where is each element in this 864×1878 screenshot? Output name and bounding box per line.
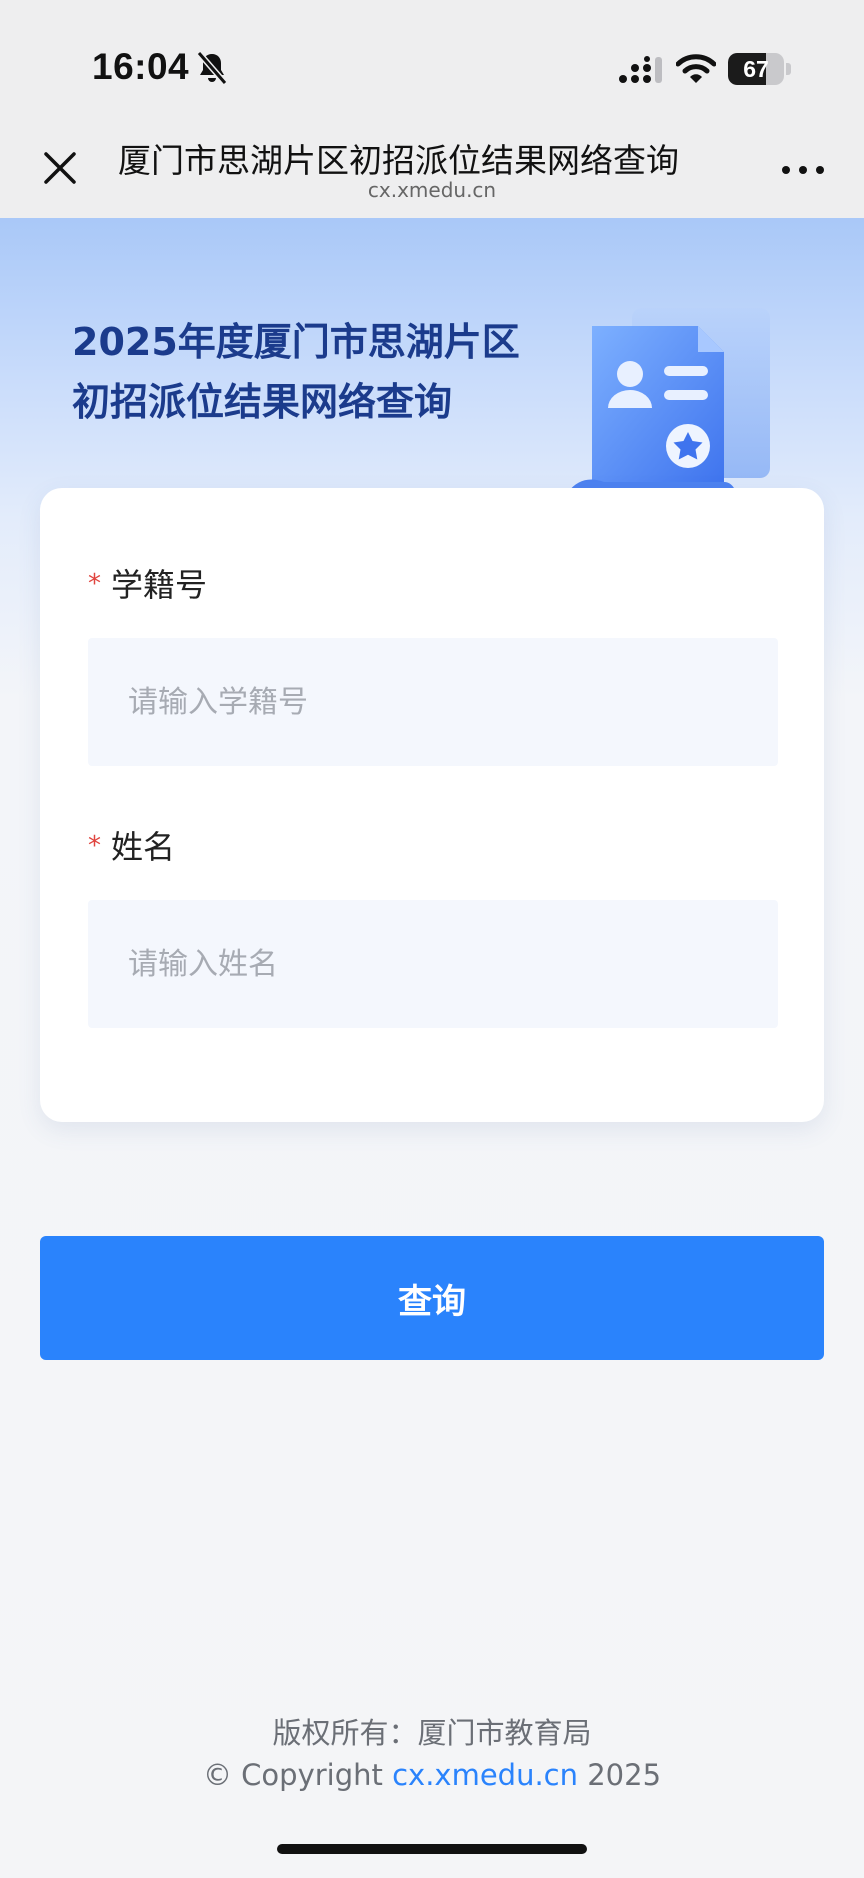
copyright-year: 2025 xyxy=(578,1758,662,1792)
student-id-input[interactable] xyxy=(88,638,778,766)
page-content: 2025年度厦门市思湖片区 初招派位结果网络查询 * 学籍号 * 姓名 xyxy=(0,218,864,1878)
battery-cap xyxy=(786,63,791,75)
query-button[interactable]: 查询 xyxy=(40,1236,824,1360)
copyright-owner: 版权所有：厦门市教育局 xyxy=(272,1716,592,1750)
student-id-label-text: 学籍号 xyxy=(111,566,208,604)
wifi-icon xyxy=(676,54,716,83)
required-asterisk: * xyxy=(88,831,101,861)
battery-icon: 67 xyxy=(728,53,784,85)
name-input[interactable] xyxy=(88,900,778,1028)
browser-nav-bar: 厦门市思湖片区初招派位结果网络查询 cx.xmedu.cn xyxy=(0,118,864,218)
status-bar: 16:04 67 xyxy=(0,0,864,118)
bell-slash-icon xyxy=(196,51,228,85)
more-icon[interactable] xyxy=(780,162,826,178)
hero-title: 2025年度厦门市思湖片区 初招派位结果网络查询 xyxy=(72,312,592,432)
status-time: 16:04 xyxy=(92,46,190,87)
copyright-prefix: © Copyright xyxy=(202,1758,393,1792)
name-label: * 姓名 xyxy=(88,822,175,868)
home-indicator[interactable] xyxy=(277,1844,587,1854)
student-id-label: * 学籍号 xyxy=(88,560,207,606)
page-title: 厦门市思湖片区初招派位结果网络查询 xyxy=(118,141,679,178)
required-asterisk: * xyxy=(88,569,101,599)
cellular-signal-icon xyxy=(619,56,662,83)
hero-title-line1: 2025年度厦门市思湖片区 xyxy=(72,320,520,364)
hero-title-line2: 初招派位结果网络查询 xyxy=(72,380,453,424)
query-form-card: * 学籍号 * 姓名 xyxy=(40,488,824,1122)
page-url: cx.xmedu.cn xyxy=(367,178,497,202)
name-label-text: 姓名 xyxy=(111,828,176,866)
footer: 版权所有：厦门市教育局 © Copyright cx.xmedu.cn 2025 xyxy=(0,1712,864,1796)
battery-percentage: 67 xyxy=(743,56,769,82)
copyright-link[interactable]: cx.xmedu.cn xyxy=(392,1758,578,1792)
copyright-line: © Copyright cx.xmedu.cn 2025 xyxy=(0,1754,864,1796)
id-card-illustration xyxy=(568,308,770,492)
